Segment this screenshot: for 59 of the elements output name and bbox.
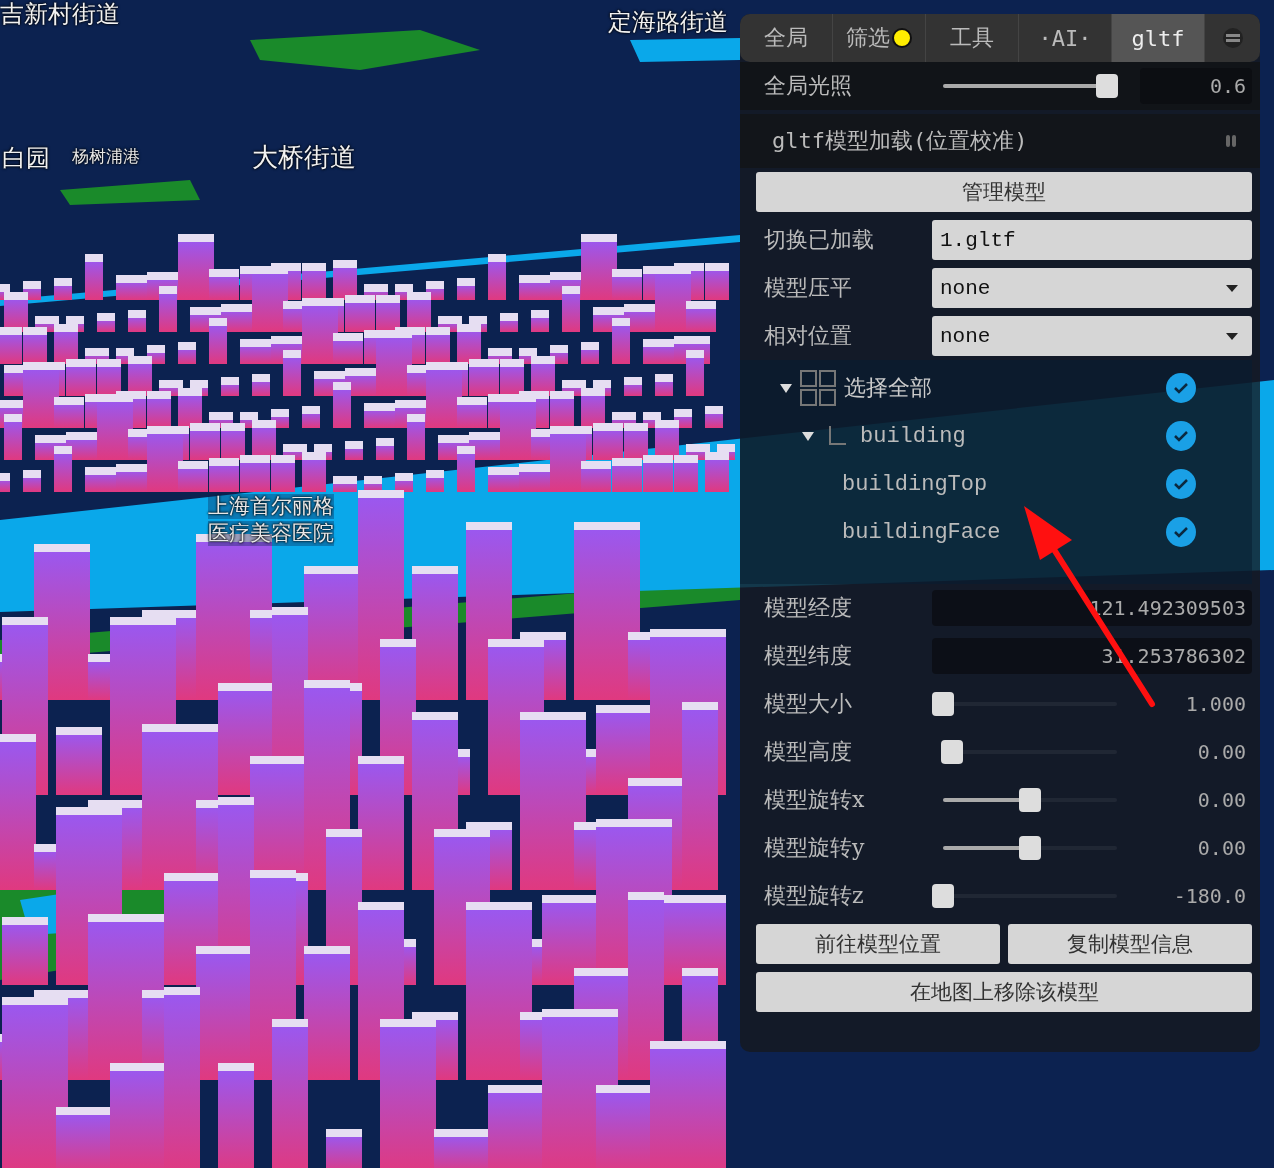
checkbox[interactable] xyxy=(1166,517,1196,547)
action-button[interactable]: 在地图上移除该模型 xyxy=(756,972,1252,1012)
folder-header[interactable]: gltf模型加载(位置校准) xyxy=(740,114,1260,168)
action-button[interactable]: 前往模型位置 xyxy=(756,924,1000,964)
control-label: 模型高度 xyxy=(764,738,853,766)
folder-title: gltf模型加载(位置校准) xyxy=(772,127,1028,155)
control-label: 模型旋转y xyxy=(764,834,866,862)
checkbox[interactable] xyxy=(1166,421,1196,451)
grid-icon xyxy=(800,370,836,406)
slider-thumb[interactable] xyxy=(1019,788,1041,812)
dropdown[interactable]: none xyxy=(932,268,1252,308)
number-field[interactable]: 0.00 xyxy=(1140,734,1252,770)
action-button[interactable]: 管理模型 xyxy=(756,172,1252,212)
slider-thumb[interactable] xyxy=(1019,836,1041,860)
number-field[interactable]: 0.00 xyxy=(1140,830,1252,866)
caret-down-icon[interactable] xyxy=(802,431,814,441)
slider-thumb[interactable] xyxy=(932,692,954,716)
number-field[interactable]: 0.6 xyxy=(1140,68,1252,104)
map-label: 白园 xyxy=(2,144,50,173)
map-label: 杨树浦港 xyxy=(72,146,140,167)
slider-thumb[interactable] xyxy=(1095,74,1118,98)
pause-icon xyxy=(1226,134,1236,148)
tab[interactable]: gltf xyxy=(1112,14,1205,62)
control-label: 模型纬度 xyxy=(764,642,853,670)
control-label: 切换已加载 xyxy=(764,226,875,254)
caret-down-icon[interactable] xyxy=(780,383,792,393)
number-field[interactable]: 1.000 xyxy=(1140,686,1252,722)
tree-item[interactable]: buildingFace xyxy=(842,519,1001,545)
action-button[interactable]: 复制模型信息 xyxy=(1008,924,1252,964)
collapse-icon[interactable] xyxy=(1221,27,1244,49)
check-icon xyxy=(1173,478,1189,490)
check-icon xyxy=(1173,430,1189,442)
check-icon xyxy=(1173,526,1189,538)
caret-icon xyxy=(1226,284,1238,292)
map-label: 定海路街道 xyxy=(608,8,728,37)
map-label: 上海首尔丽格 xyxy=(208,494,334,520)
control-label: 模型旋转z xyxy=(764,882,865,910)
control-label: 模型旋转x xyxy=(764,786,866,814)
tree-item[interactable]: 选择全部 xyxy=(844,373,932,403)
slider-thumb[interactable] xyxy=(932,884,954,908)
tree-item[interactable]: buildingTop xyxy=(842,471,988,497)
control-label: 全局光照 xyxy=(764,72,853,100)
caret-icon xyxy=(1226,332,1238,340)
control-label: 模型经度 xyxy=(764,594,853,622)
checkbox[interactable] xyxy=(1166,373,1196,403)
checkbox[interactable] xyxy=(1166,469,1196,499)
dropdown[interactable]: none xyxy=(932,316,1252,356)
map-label: 吉新村街道 xyxy=(0,0,120,29)
slider-thumb[interactable] xyxy=(940,740,963,764)
check-icon xyxy=(1173,382,1189,394)
text-field[interactable]: 1.gltf xyxy=(932,220,1252,260)
branch-line-icon xyxy=(828,426,846,446)
map-label: 大桥街道 xyxy=(252,142,356,174)
control-label: 模型压平 xyxy=(764,274,853,302)
number-field[interactable]: 0.00 xyxy=(1140,782,1252,818)
number-field[interactable]: -180.0 xyxy=(1140,878,1252,914)
tree-item[interactable]: building xyxy=(860,423,966,449)
control-label: 模型大小 xyxy=(764,690,853,718)
control-label: 相对位置 xyxy=(764,322,853,350)
